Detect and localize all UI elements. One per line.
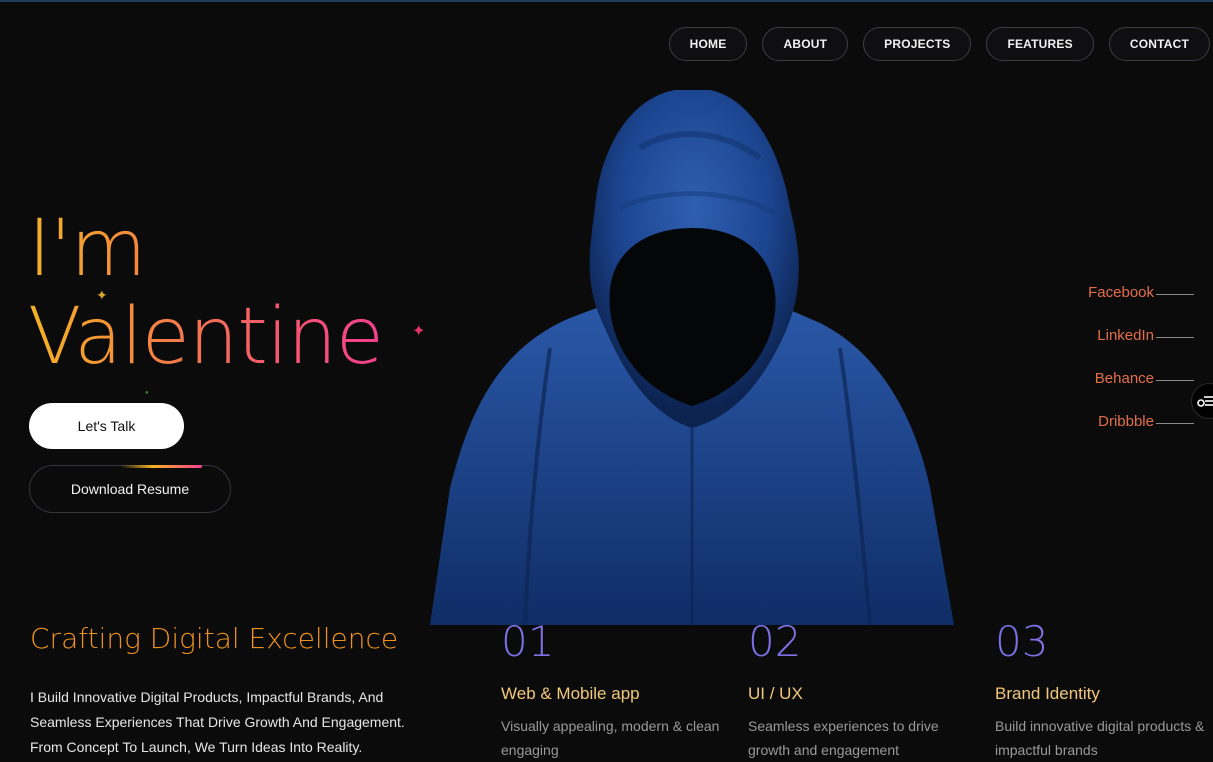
top-border [0,0,1213,2]
service-title: Brand Identity [995,684,1100,703]
hooded-figure-image [430,90,954,625]
hero-line-1: I'm [28,204,146,294]
service-number: 02 [748,618,968,666]
social-linkedin[interactable]: LinkedIn [1088,327,1194,370]
social-label: Facebook [1088,284,1154,301]
sparkle-icon: ✦ [96,287,108,303]
sparkle-icon: ✦ [412,323,426,340]
section-description: I Build Innovative Digital Products, Imp… [30,689,405,755]
service-title: Web & Mobile app [501,684,640,703]
service-card: 03 Brand Identity Build innovative digit… [995,618,1205,762]
settings-toggle-button[interactable] [1191,383,1213,419]
nav-projects[interactable]: PROJECTS [863,27,972,61]
service-number: 01 [501,618,721,666]
dot-decoration: ● [145,390,149,396]
social-facebook[interactable]: Facebook [1088,284,1194,327]
service-description: Seamless experiences to drive growth and… [748,718,939,758]
social-dribbble[interactable]: Dribbble [1088,413,1194,456]
hero-heading: I'm Valentine [28,205,383,381]
nav-home[interactable]: HOME [668,27,748,61]
social-links: Facebook LinkedIn Behance Dribbble [1088,284,1194,456]
social-divider [1156,337,1194,338]
social-label: Behance [1094,370,1154,387]
service-card: 02 UI / UX Seamless experiences to drive… [748,618,968,762]
social-divider [1156,423,1194,424]
social-divider [1156,294,1194,295]
section-title: Crafting Digital Excellence [30,622,399,655]
service-description: Visually appealing, modern & clean engag… [501,718,720,758]
social-label: Dribbble [1098,413,1154,430]
service-title: UI / UX [748,684,803,703]
lets-talk-button[interactable]: Let's Talk [29,403,184,449]
service-card: 01 Web & Mobile app Visually appealing, … [501,618,721,762]
main-nav: HOME ABOUT PROJECTS FEATURES CONTACT [668,27,1210,61]
download-resume-button[interactable]: Download Resume [29,465,231,513]
hero-name: Valentine [28,292,383,382]
social-behance[interactable]: Behance [1088,370,1194,413]
social-label: LinkedIn [1097,327,1154,344]
nav-about[interactable]: ABOUT [762,27,849,61]
service-description: Build innovative digital products & impa… [995,718,1205,758]
nav-contact[interactable]: CONTACT [1108,27,1210,61]
resume-button-accent [120,465,202,468]
social-divider [1156,380,1194,381]
settings-sliders-icon [1197,396,1213,407]
service-number: 03 [995,618,1205,666]
nav-features[interactable]: FEATURES [986,27,1094,61]
